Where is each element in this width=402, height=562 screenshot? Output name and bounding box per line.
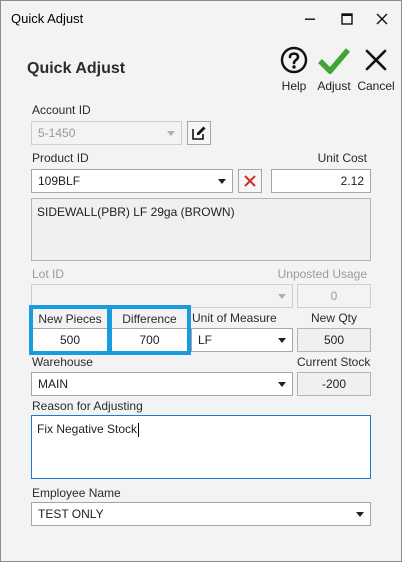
- lot-id-label: Lot ID: [32, 267, 65, 281]
- unit-cost-label: Unit Cost: [317, 151, 367, 165]
- employee-name-select[interactable]: TEST ONLY: [31, 502, 371, 526]
- adjust-label: Adjust: [317, 79, 351, 93]
- reason-label: Reason for Adjusting: [32, 399, 143, 413]
- chevron-down-icon: [278, 294, 286, 299]
- help-label: Help: [281, 79, 307, 93]
- x-icon: [365, 49, 387, 71]
- warehouse-select[interactable]: MAIN: [31, 372, 293, 396]
- current-stock-field: -200: [297, 372, 371, 396]
- difference-label: Difference: [112, 309, 187, 329]
- chevron-down-icon: [356, 512, 364, 517]
- close-icon: [376, 13, 388, 25]
- question-circle-icon: [280, 46, 308, 74]
- adjust-button[interactable]: Adjust: [315, 45, 353, 93]
- product-description-text: SIDEWALL(PBR) LF 29ga (BROWN): [37, 205, 235, 219]
- warehouse-value: MAIN: [38, 377, 68, 391]
- help-button[interactable]: Help: [278, 45, 310, 93]
- reason-textarea[interactable]: Fix Negative Stock: [31, 415, 371, 479]
- chevron-down-icon: [218, 179, 226, 184]
- new-pieces-input[interactable]: 500: [33, 329, 107, 351]
- unit-of-measure-select[interactable]: LF: [191, 328, 293, 352]
- unposted-usage-field: 0: [297, 284, 371, 308]
- page-title: Quick Adjust: [27, 60, 126, 77]
- clear-icon: [244, 175, 256, 187]
- minimize-icon: [305, 18, 315, 20]
- unit-of-measure-value: LF: [198, 333, 213, 347]
- title-bar: Quick Adjust: [1, 1, 401, 37]
- unposted-usage-label: Unposted Usage: [277, 267, 367, 281]
- quick-adjust-window: Quick Adjust Quick Adjust Help Adjust Ca…: [0, 0, 402, 562]
- unit-cost-input[interactable]: 2.12: [271, 169, 371, 193]
- product-description: SIDEWALL(PBR) LF 29ga (BROWN): [31, 198, 371, 261]
- new-qty-field: 500: [297, 328, 371, 352]
- difference-input[interactable]: 700: [112, 329, 187, 351]
- product-id-value: 109BLF: [38, 174, 81, 188]
- checkmark-icon: [318, 48, 350, 74]
- difference-box: Difference 700: [108, 305, 191, 355]
- close-window-button[interactable]: [367, 7, 397, 31]
- reason-value: Fix Negative Stock: [37, 422, 138, 436]
- product-id-label: Product ID: [32, 151, 89, 165]
- new-pieces-value: 500: [59, 333, 81, 347]
- account-id-value: 5-1450: [38, 126, 76, 140]
- employee-name-value: TEST ONLY: [38, 507, 104, 521]
- new-qty-value: 500: [323, 333, 345, 347]
- current-stock-value: -200: [321, 377, 347, 391]
- chevron-down-icon: [278, 338, 286, 343]
- new-pieces-label: New Pieces: [33, 309, 107, 329]
- edit-account-button[interactable]: [187, 121, 211, 145]
- account-id-label: Account ID: [32, 103, 91, 117]
- window-title: Quick Adjust: [11, 11, 84, 26]
- new-qty-label: New Qty: [311, 311, 358, 325]
- maximize-button[interactable]: [332, 7, 362, 31]
- unit-of-measure-label: Unit of Measure: [192, 311, 277, 325]
- warehouse-label: Warehouse: [32, 355, 93, 369]
- unposted-usage-value: 0: [330, 289, 338, 303]
- chevron-down-icon: [167, 131, 175, 136]
- minimize-button[interactable]: [295, 7, 325, 31]
- current-stock-label: Current Stock: [297, 355, 371, 369]
- clear-product-button[interactable]: [238, 169, 262, 193]
- unit-cost-value: 2.12: [340, 174, 364, 188]
- chevron-down-icon: [278, 382, 286, 387]
- text-cursor: [138, 422, 140, 437]
- product-id-select[interactable]: 109BLF: [31, 169, 233, 193]
- difference-value: 700: [139, 333, 160, 347]
- cancel-label: Cancel: [357, 79, 395, 93]
- new-pieces-box: New Pieces 500: [29, 305, 111, 355]
- cancel-button[interactable]: Cancel: [356, 45, 396, 93]
- maximize-icon: [341, 13, 353, 25]
- employee-name-label: Employee Name: [32, 486, 121, 500]
- edit-icon: [192, 126, 206, 140]
- account-id-select[interactable]: 5-1450: [31, 121, 182, 145]
